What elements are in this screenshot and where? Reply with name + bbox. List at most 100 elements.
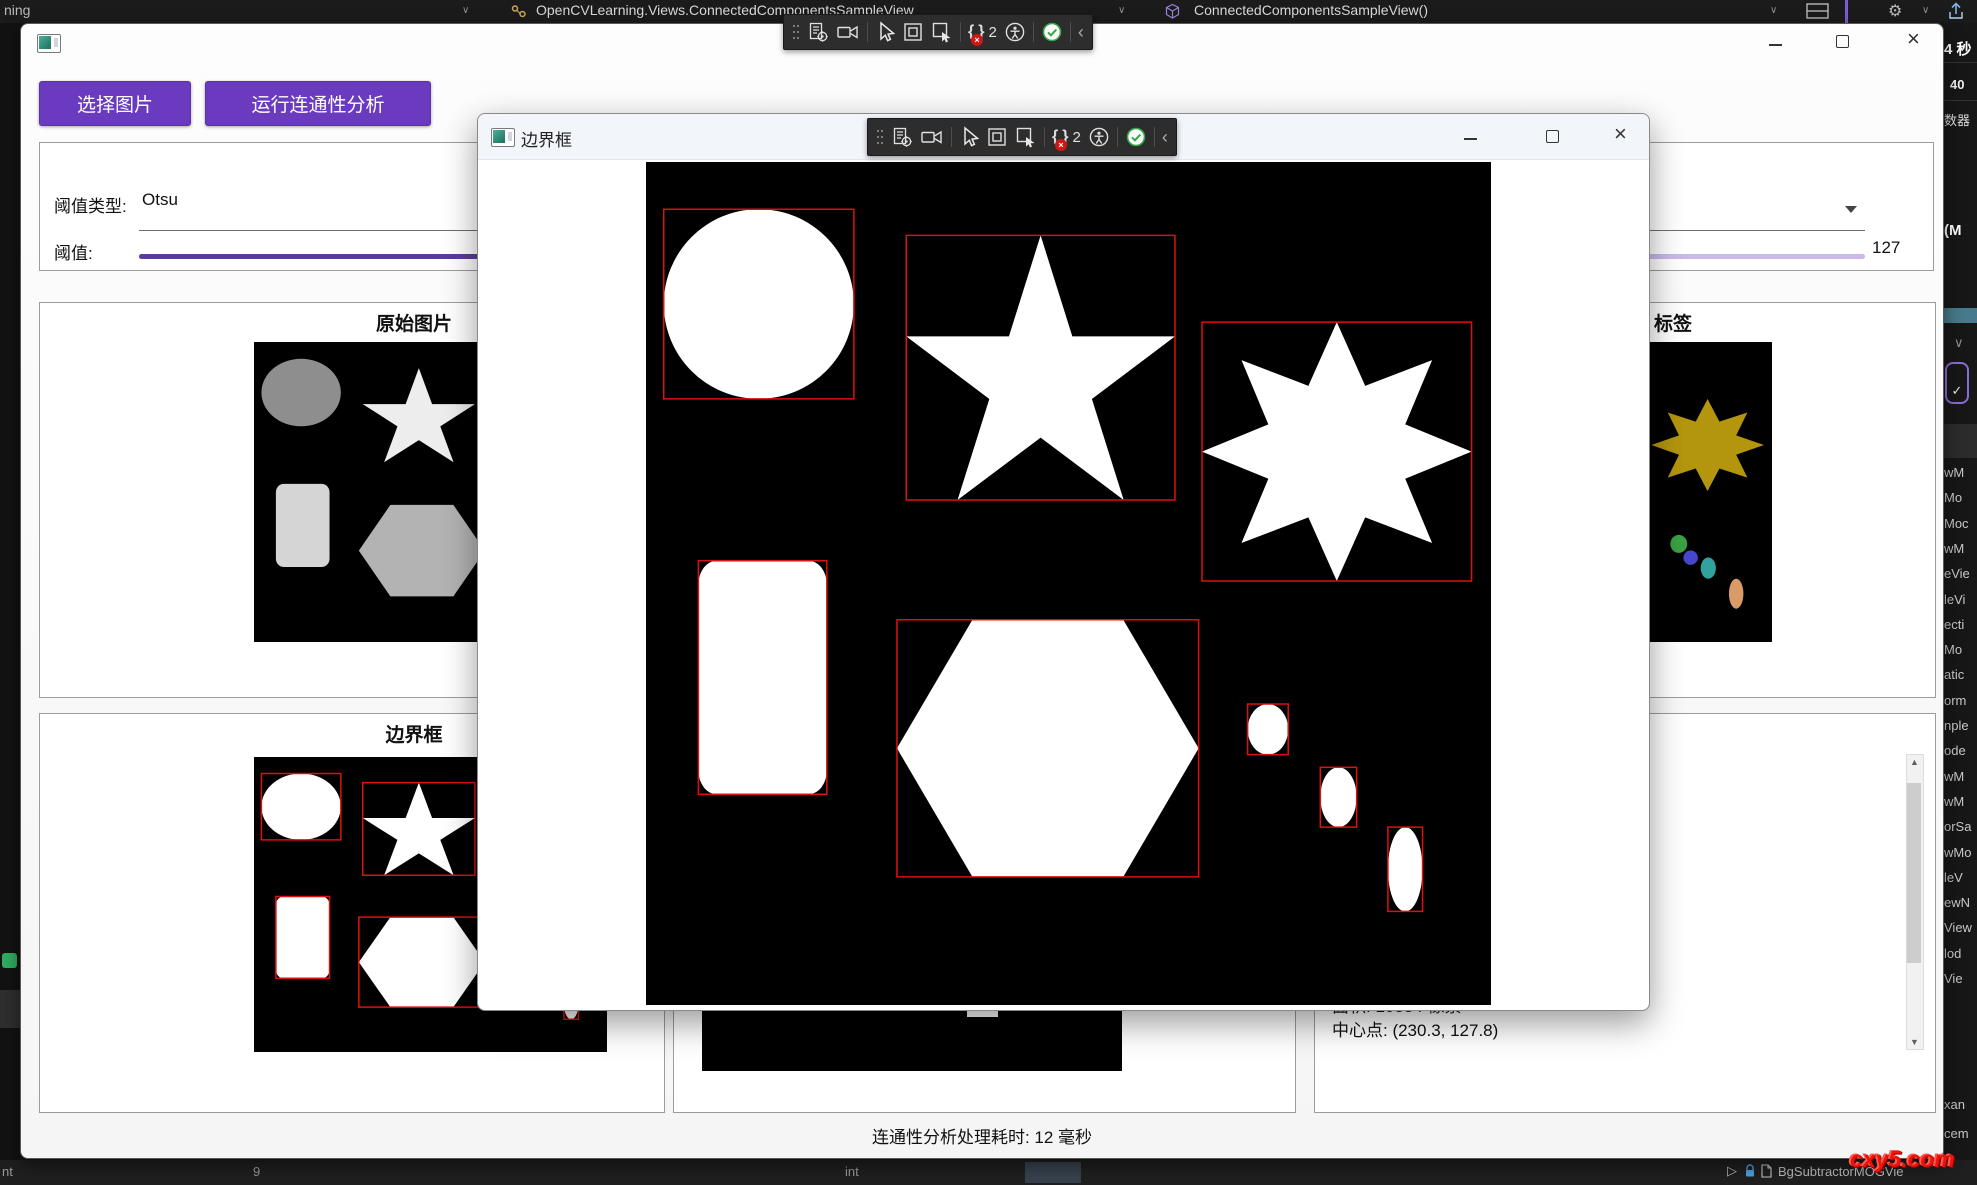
app-ok-icon[interactable] [1125,124,1147,150]
breadcrumb-left-fragment: ning [4,2,30,18]
hot-reload-count: 2 [1072,129,1080,146]
ellipse2-shape [1701,557,1716,578]
hot-reload-icon[interactable]: {}× [968,19,984,45]
chevron-down-icon[interactable]: ∨ [462,5,469,16]
run-analysis-button[interactable]: 运行连通性分析 [205,81,431,126]
toolbar-divider [1154,127,1155,147]
camera-icon[interactable] [836,19,860,45]
layout-adorners-icon[interactable] [986,124,1008,150]
threshold-type-value[interactable]: Otsu [142,190,178,210]
scroll-thumb[interactable] [1907,783,1921,963]
hexagon-shape [359,505,485,597]
hot-reload-icon[interactable]: {}× [1052,124,1068,150]
toolbar-divider [1070,22,1071,42]
gear-icon[interactable]: ⚙ [1888,1,1902,21]
popup-window-icon [491,128,515,147]
divider [1942,62,1977,63]
publish-up-arrow-icon[interactable] [1946,1,1966,24]
popup-debug-toolbar[interactable]: {}×2 ‹ [867,118,1177,156]
counter-cell: 数器 [1944,110,1970,129]
status-cell-line: 9 [253,1164,260,1179]
toolbar-divider [1117,127,1118,147]
clipped-tree-item: lod [1944,946,1961,961]
vs-right-clipped-panel: 4 秒 40 数器 (M ∨ ✓ wMMoMocwMeVieleViectiMo… [1942,23,1977,1160]
play-outline-icon[interactable]: ▷ [1727,1163,1737,1179]
threshold-value-text: 127 [1872,238,1900,258]
chevron-left-icon[interactable]: ‹ [1078,19,1084,45]
timer-cell: 4 秒 [1944,38,1972,59]
toolbar-divider [1044,127,1045,147]
clipped-tree-item: cem [1944,1126,1969,1141]
track-focus-icon[interactable] [1015,124,1037,150]
popup-maximize-button[interactable] [1546,130,1559,143]
vs-feedback-icon[interactable] [2,953,17,968]
chevron-down-icon[interactable]: ∨ [1770,5,1777,16]
ellipse2-shape [1320,767,1356,827]
hot-reload-count: 2 [988,24,996,41]
scroll-down-icon[interactable]: ▼ [1910,1037,1919,1047]
roundrect-shape [698,561,826,795]
chevron-down-icon[interactable]: ∨ [1922,5,1929,16]
stats-scrollbar[interactable]: ▲ ▼ [1906,754,1924,1050]
toolbar-divider [951,127,952,147]
chevron-left-icon[interactable]: ‹ [1162,124,1168,150]
threshold-type-label: 阈值类型: [54,192,127,217]
circle-shape [664,209,854,399]
clipped-tree-item: wM [1944,769,1964,784]
chevron-down-icon[interactable]: ∨ [1118,5,1125,16]
ellipse3-shape [1388,827,1423,911]
select-element-icon[interactable] [959,124,979,150]
clipped-tree-item: View [1944,920,1972,935]
popup-close-button[interactable]: × [1614,121,1627,147]
teal-selection-bar [1942,308,1977,323]
select-image-button[interactable]: 选择图片 [39,81,191,126]
clipped-tree-item: atic [1944,667,1964,682]
clipped-tree-item: wM [1944,541,1964,556]
clipped-tree-item: ode [1944,743,1966,758]
strip-block [1942,424,1977,458]
debug-overlay-toolbar[interactable]: {}×2 ‹ [783,14,1093,50]
threshold-value-label: 阈值: [54,239,93,264]
close-button[interactable]: × [1907,26,1920,52]
hexagon-shape [359,917,485,1007]
toolbar-divider [1033,22,1034,42]
chevron-down-icon[interactable]: ∨ [1954,335,1964,351]
minimize-button[interactable] [1769,44,1782,46]
track-focus-icon[interactable] [931,19,953,45]
select-element-icon[interactable] [875,19,895,45]
live-visual-tree-icon[interactable] [891,124,913,150]
object-cube-icon [1164,3,1181,23]
watermark: cxy5.com [1850,1146,1955,1173]
accessibility-icon[interactable] [1004,19,1026,45]
breadcrumb-member[interactable]: ConnectedComponentsSampleView() [1194,2,1428,18]
split-editor-icon[interactable] [1806,3,1830,23]
clipped-tree-item: orSa [1944,819,1971,834]
bbox-title: 边界框 [385,720,442,747]
popup-minimize-button[interactable] [1464,138,1477,140]
app-ok-icon[interactable] [1041,19,1063,45]
live-visual-tree-icon[interactable] [807,19,829,45]
clipped-tree-item: Vie [1944,971,1963,986]
clipped-tree-item: xan [1944,1097,1965,1112]
xaml-member-icon [510,4,528,22]
maximize-button[interactable] [1836,35,1849,48]
clipped-tree-item: nple [1944,718,1969,733]
layout-adorners-icon[interactable] [902,19,924,45]
scroll-up-icon[interactable]: ▲ [1910,757,1919,767]
clipped-tree-item: eVie [1944,566,1970,581]
clipped-tree-item: ewN [1944,895,1970,910]
star8-shape [1202,322,1472,581]
vs-left-edge-strip [0,23,20,1160]
circle-shape [261,774,340,840]
clipped-tree-item: leVi [1944,592,1965,607]
hexagon-shape [897,620,1199,877]
circle-shape [261,359,340,427]
combobox-arrow-icon[interactable] [1845,206,1857,213]
focused-checkbox[interactable]: ✓ [1945,362,1969,404]
clipped-tree-item: Mo [1944,642,1962,657]
accessibility-icon[interactable] [1088,124,1110,150]
roundrect-shape [276,484,330,567]
camera-icon[interactable] [920,124,944,150]
toolbar-divider [960,22,961,42]
grip-icon [876,124,884,150]
